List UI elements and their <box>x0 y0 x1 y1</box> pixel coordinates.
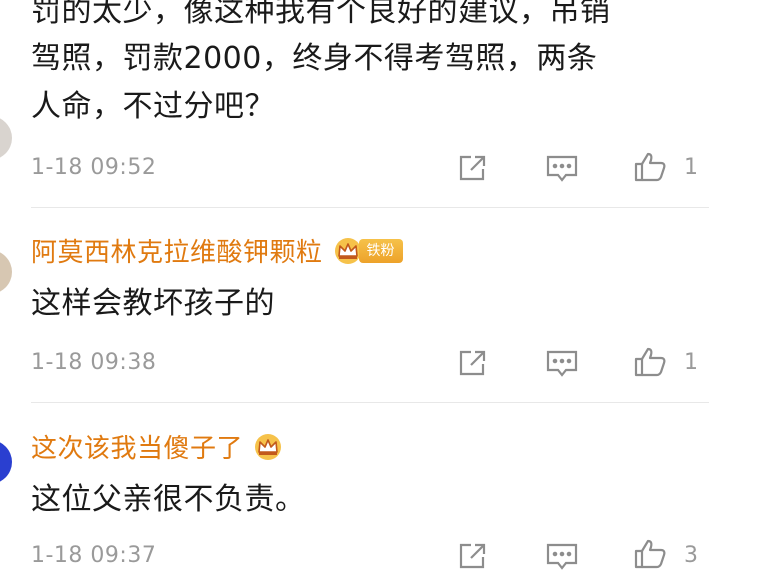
share-icon <box>459 350 486 376</box>
comment-time: 1-18 09:52 <box>31 155 157 180</box>
comment-text-line: 驾照，罚款2000，终身不得考驾照，两条 <box>31 41 598 76</box>
crown-icon <box>255 433 282 460</box>
comment-text: 这位父亲很不负责。 <box>31 482 306 517</box>
username-row: 这次该我当傻子了 <box>31 428 285 465</box>
like-count: 1 <box>684 350 698 375</box>
like-count: 3 <box>684 543 698 568</box>
comment-icon <box>546 350 578 377</box>
share-button[interactable] <box>455 152 491 184</box>
like-button[interactable] <box>632 538 668 570</box>
username[interactable]: 阿莫西林克拉维酸钾颗粒 <box>31 232 323 269</box>
reply-button[interactable] <box>544 152 580 184</box>
like-count: 1 <box>684 155 698 180</box>
divider <box>31 402 709 403</box>
like-button[interactable] <box>632 151 668 183</box>
divider <box>31 207 709 208</box>
username-row: 阿莫西林克拉维酸钾颗粒 铁粉 <box>31 232 403 269</box>
share-icon <box>459 155 486 181</box>
comment-text-line: 人命，不过分吧？ <box>31 89 275 124</box>
comment-text-line: 罚的太少，像这种我有个良好的建议，吊销 <box>31 0 611 29</box>
comment-time: 1-18 09:38 <box>31 350 157 375</box>
thumbs-up-icon <box>634 347 666 377</box>
share-icon <box>459 543 486 569</box>
avatar[interactable] <box>0 440 12 484</box>
comment-list: 罚的太少，像这种我有个良好的建议，吊销 驾照，罚款2000，终身不得考驾照，两条… <box>0 0 761 570</box>
comment-icon <box>546 543 578 570</box>
comment-icon <box>546 155 578 182</box>
username[interactable]: 这次该我当傻子了 <box>31 428 243 465</box>
thumbs-up-icon <box>634 152 666 182</box>
comment-text: 这样会教坏孩子的 <box>31 286 275 321</box>
like-button[interactable] <box>632 346 668 378</box>
thumbs-up-icon <box>634 539 666 569</box>
share-button[interactable] <box>455 540 491 570</box>
share-button[interactable] <box>455 347 491 379</box>
avatar[interactable] <box>0 250 12 294</box>
badge-label: 铁粉 <box>358 238 403 263</box>
fan-badge[interactable]: 铁粉 <box>331 236 403 266</box>
fan-badge[interactable] <box>251 432 285 462</box>
reply-button[interactable] <box>544 540 580 570</box>
avatar[interactable] <box>0 116 12 160</box>
reply-button[interactable] <box>544 347 580 379</box>
comment-time: 1-18 09:37 <box>31 543 157 568</box>
